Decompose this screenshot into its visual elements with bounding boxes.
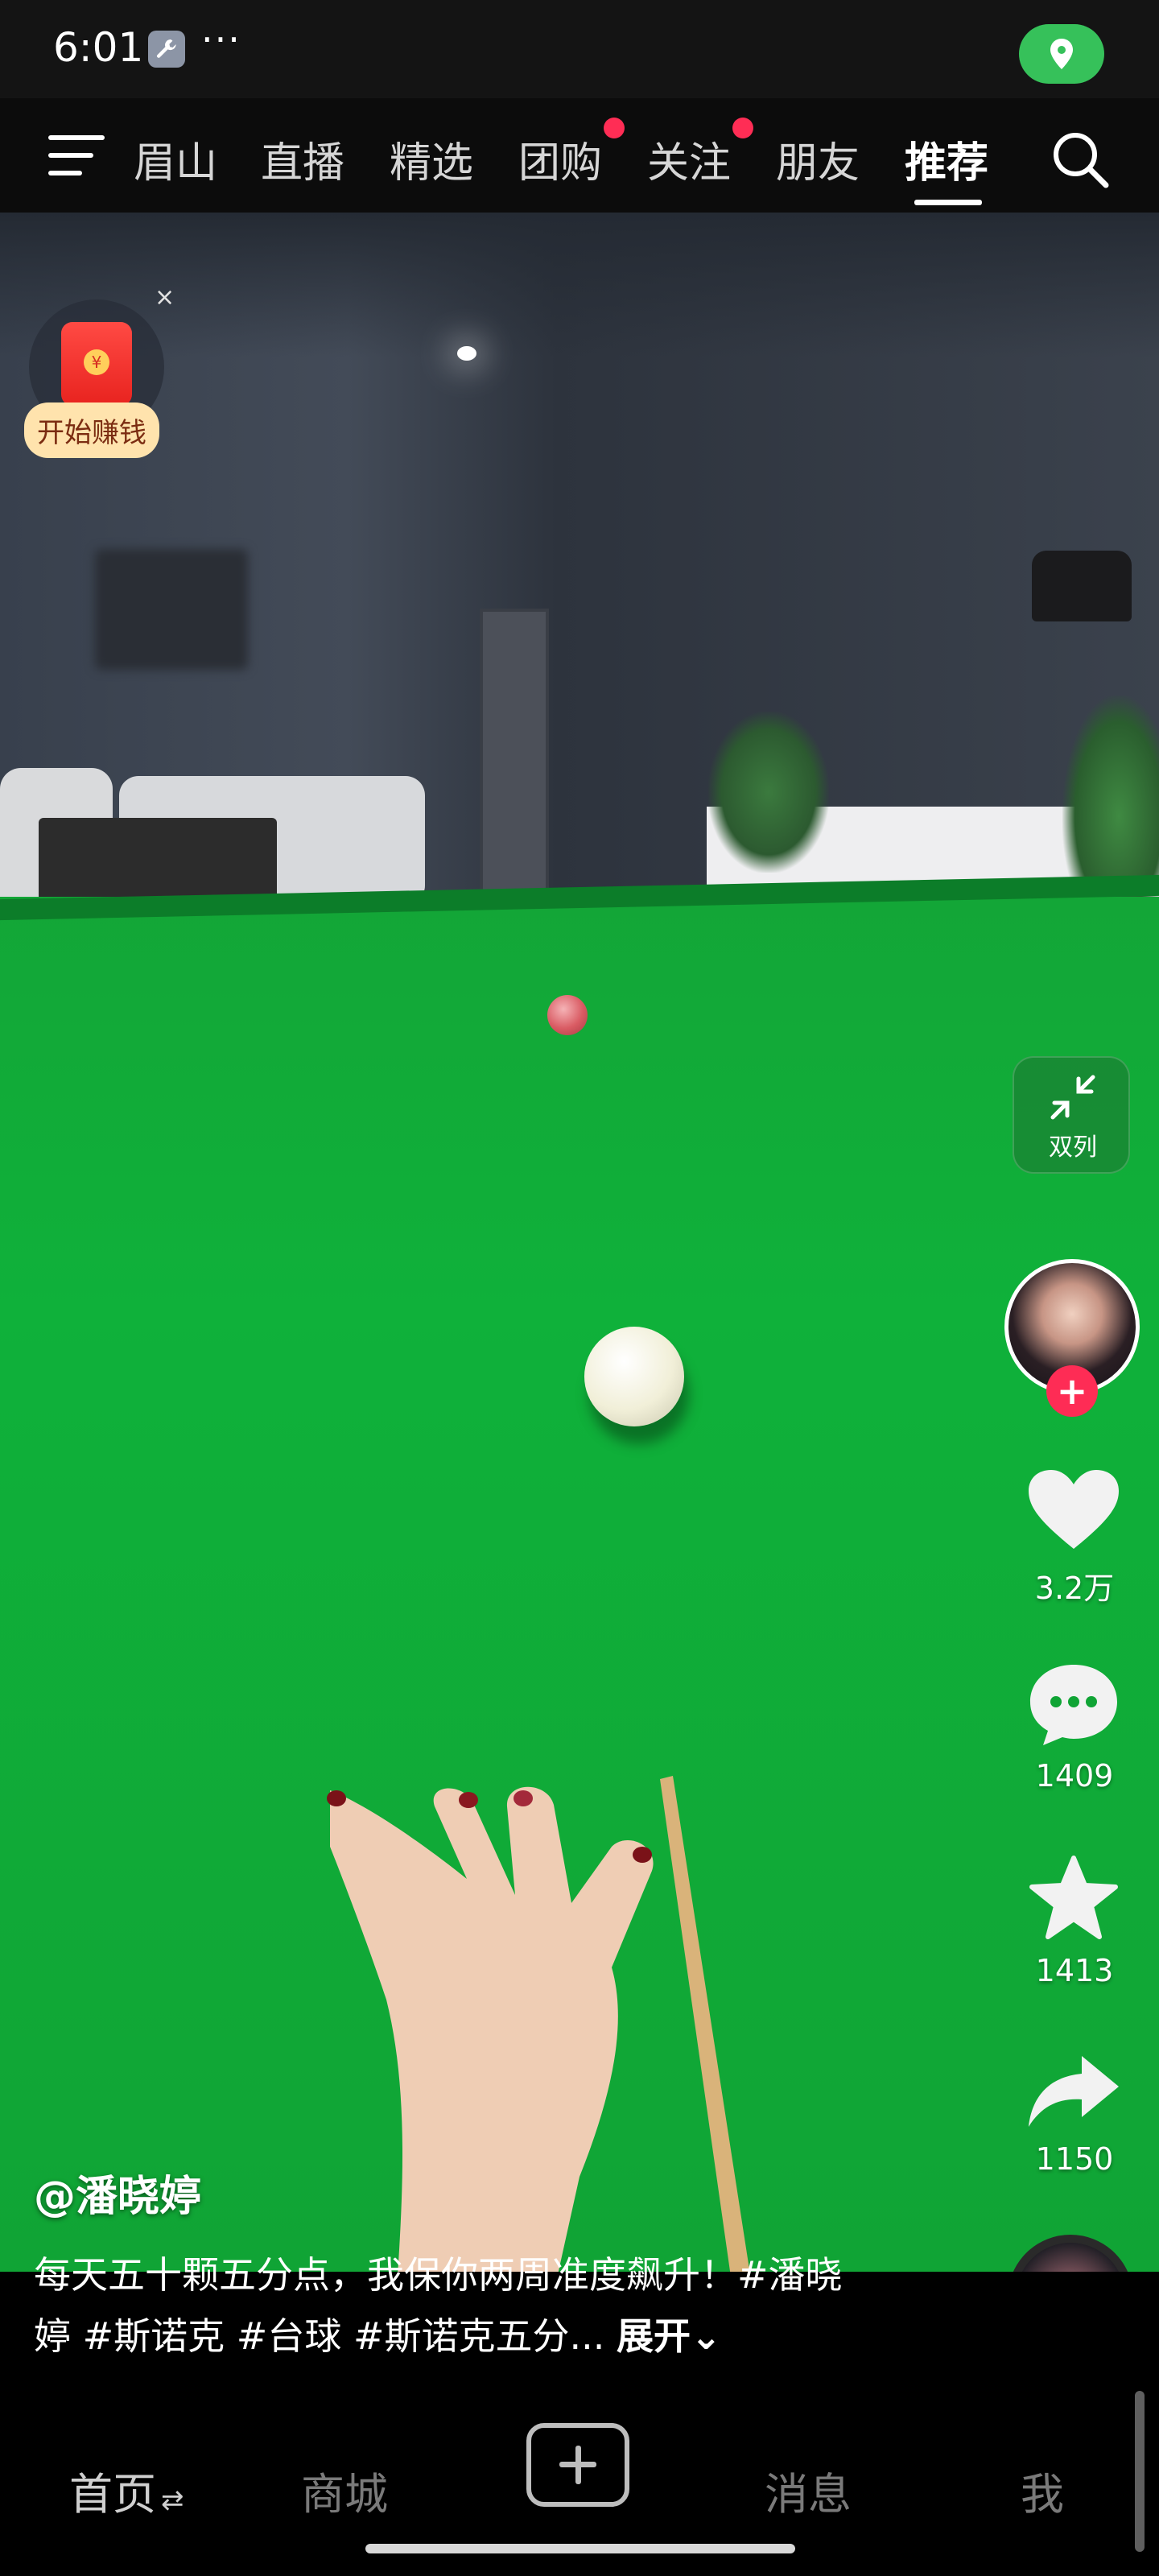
share-arrow-icon[interactable] [1024,2048,1124,2136]
author-name[interactable]: @潘晓婷 [34,2162,201,2223]
dual-column-label: 双列 [1049,1133,1097,1162]
wall-picture [95,549,248,670]
tab-group-buy[interactable]: 团购 [518,129,602,189]
tab-following[interactable]: 关注 [647,129,731,189]
top-nav: 眉山 直播 精选 团购 关注 朋友 推荐 [0,98,1159,213]
tab-group-buy-badge [604,118,625,138]
wrench-icon [148,31,185,68]
tab-friends[interactable]: 朋友 [776,129,860,189]
favorite-count: 1413 [1035,1953,1114,1988]
swap-icon: ⇄ [161,2484,184,2516]
bottom-tab-home-label: 首页 [69,2469,156,2520]
expand-caption-button[interactable]: 展开⌄ [617,2314,722,2358]
ceiling-light [457,346,476,361]
status-time: 6:01 [53,24,144,71]
tab-live[interactable]: 直播 [261,129,344,189]
tab-featured[interactable]: 精选 [390,129,473,189]
dual-column-button[interactable]: 双列 [1013,1056,1130,1174]
bottom-tab-mall[interactable]: 商城 [301,2458,388,2522]
coin-icon: ¥ [84,349,109,375]
menu-icon[interactable] [48,135,109,177]
plant [708,712,829,873]
bottom-tab-home[interactable]: 首页 ⇄ [69,2458,184,2522]
tab-local[interactable]: 眉山 [134,129,217,189]
chevron-down-icon: ⌄ [691,2314,722,2358]
promo-label: 开始赚钱 [24,402,159,458]
like-count: 3.2万 [1034,1571,1115,1606]
search-icon[interactable] [1050,129,1111,190]
favorite-star-icon[interactable] [1024,1855,1124,1943]
video-player[interactable] [0,213,1159,2272]
cue-ball [584,1327,684,1426]
active-tab-indicator [914,200,982,205]
comment-icon[interactable] [1024,1660,1124,1748]
wall-lamp [1032,551,1132,621]
plus-icon [559,2462,596,2467]
collapse-icon [1050,1075,1095,1120]
promo-close-button[interactable]: × [155,283,175,312]
status-bar: 6:01 ··· [0,0,1159,98]
red-ball [547,995,588,1035]
expand-label: 展开 [617,2314,691,2358]
scroll-indicator [1135,2391,1145,2552]
tab-recommend[interactable]: 推荐 [905,129,988,189]
home-indicator [365,2544,795,2553]
follow-button[interactable]: + [1046,1365,1098,1417]
door [480,609,549,903]
comment-count: 1409 [1035,1758,1114,1794]
like-icon[interactable] [1024,1465,1124,1554]
promo-envelope[interactable]: ¥ 开始赚钱 [24,299,172,460]
tab-following-badge [732,118,753,138]
status-more-dots: ··· [201,18,241,61]
video-caption: 每天五十颗五分点，我保你两周准度飙升！#潘晓婷 #斯诺克 #台球 #斯诺克五分.… [34,2244,879,2367]
share-count: 1150 [1035,2141,1114,2177]
bottom-tab-me[interactable]: 我 [1021,2458,1064,2522]
hand-with-cue [327,1776,750,2272]
create-post-button[interactable] [526,2423,629,2507]
bottom-tab-messages[interactable]: 消息 [765,2458,852,2522]
location-icon[interactable] [1019,24,1104,84]
